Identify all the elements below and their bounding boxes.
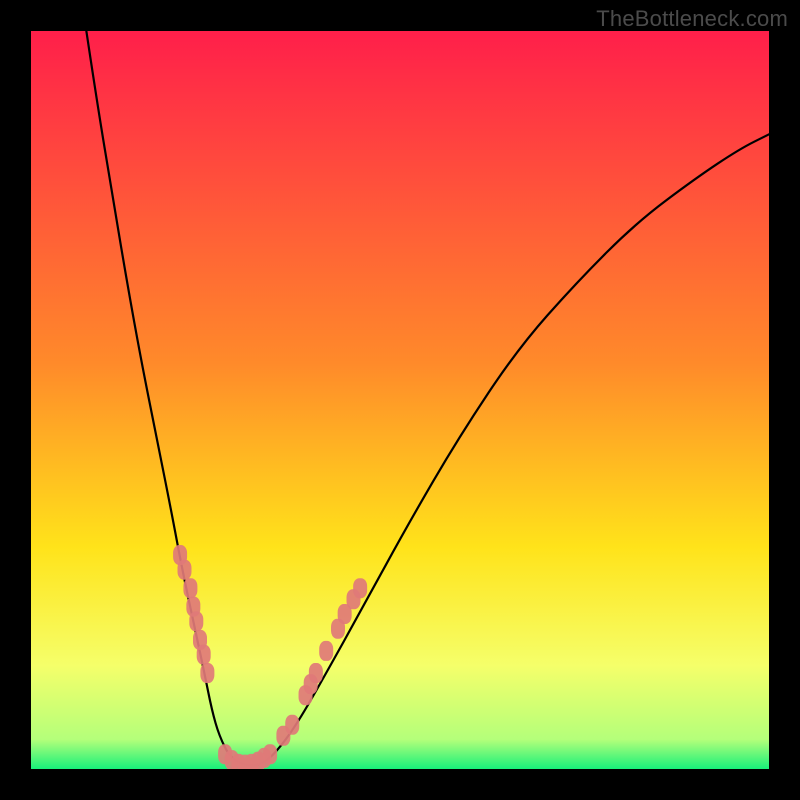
chart-background (31, 31, 769, 769)
curve-marker (189, 611, 203, 631)
curve-marker (285, 715, 299, 735)
bottleneck-chart (31, 31, 769, 769)
curve-marker (263, 744, 277, 764)
curve-marker (309, 663, 323, 683)
curve-marker (197, 645, 211, 665)
curve-marker (178, 560, 192, 580)
curve-marker (319, 641, 333, 661)
watermark-text: TheBottleneck.com (596, 6, 788, 32)
curve-marker (183, 578, 197, 598)
chart-frame: TheBottleneck.com (0, 0, 800, 800)
curve-marker (353, 578, 367, 598)
curve-marker (200, 663, 214, 683)
